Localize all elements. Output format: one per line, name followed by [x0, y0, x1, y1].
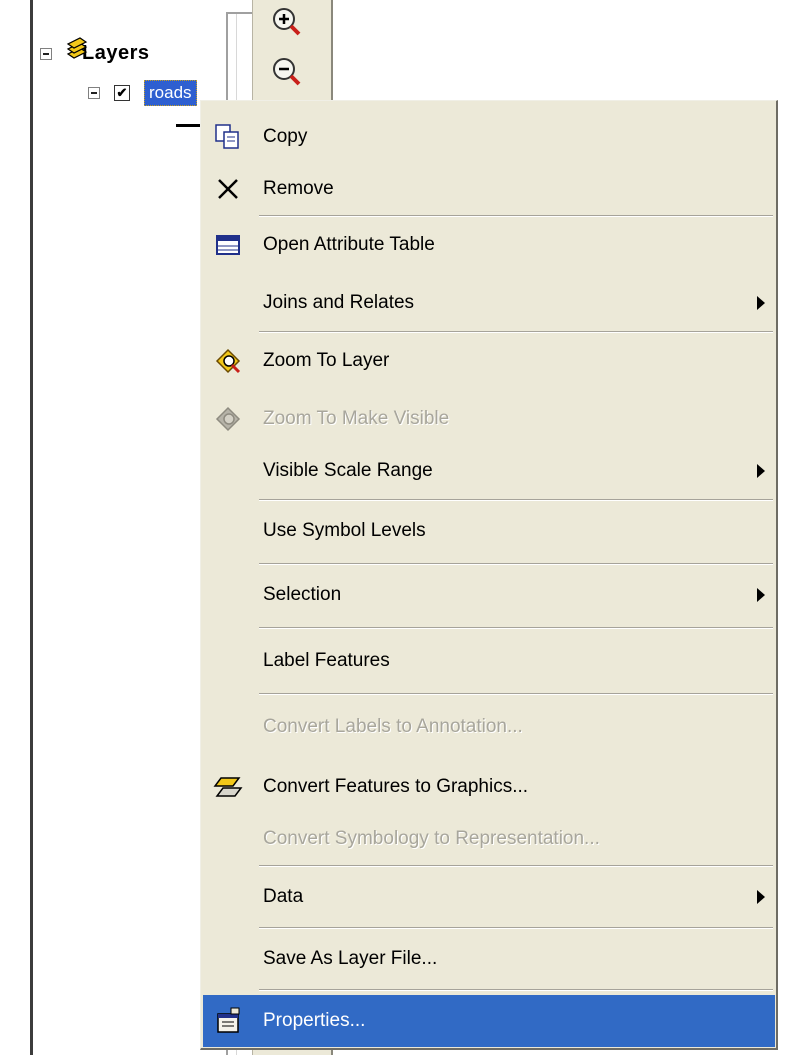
- submenu-arrow-icon: [757, 588, 765, 602]
- menu-separator: [259, 331, 773, 333]
- collapse-layers-button[interactable]: [40, 47, 52, 60]
- menu-label-remove: Remove: [263, 178, 334, 199]
- menu-item-copy[interactable]: Copy: [203, 111, 775, 163]
- menu-label-zoom-to-layer: Zoom To Layer: [263, 350, 390, 371]
- menu-item-visible-scale-range[interactable]: Visible Scale Range: [203, 445, 775, 497]
- menu-item-zoom-to-make-visible: Zoom To Make Visible: [203, 393, 775, 445]
- menu-label-properties: Properties...: [263, 1010, 366, 1031]
- menu-label-data: Data: [263, 886, 304, 907]
- menu-item-properties[interactable]: Properties...: [203, 995, 775, 1047]
- zoom-in-icon[interactable]: [268, 4, 306, 42]
- properties-icon: [217, 1007, 240, 1033]
- menu-item-open-attribute-table[interactable]: Open Attribute Table: [203, 219, 775, 271]
- layer-context-menu: Copy Remove Open Attribute Table Joins a…: [200, 100, 778, 1050]
- menu-separator: [259, 865, 773, 867]
- menu-separator: [259, 627, 773, 629]
- menu-item-data[interactable]: Data: [203, 871, 775, 923]
- zoom-to-layer-icon: [215, 348, 241, 374]
- tree-row-layers[interactable]: Layers: [40, 37, 150, 65]
- menu-label-convert-features-to-graphics: Convert Features to Graphics...: [263, 776, 529, 797]
- convert-graphics-icon: [213, 777, 243, 797]
- menu-label-convert-symbology-to-representation: Convert Symbology to Representation...: [263, 828, 600, 849]
- menu-label-open-attribute-table: Open Attribute Table: [263, 234, 435, 255]
- menu-item-save-as-layer-file[interactable]: Save As Layer File...: [203, 933, 775, 985]
- menu-separator: [259, 215, 773, 217]
- arcmap-window: Layers ✔ roads Copy Remove Open Attribut…: [0, 0, 788, 1055]
- remove-x-icon: [218, 179, 238, 199]
- menu-item-selection[interactable]: Selection: [203, 569, 775, 621]
- roads-layer-label[interactable]: roads: [144, 80, 197, 106]
- menu-label-save-as-layer-file: Save As Layer File...: [263, 948, 438, 969]
- submenu-arrow-icon: [757, 890, 765, 904]
- roads-visibility-checkbox[interactable]: ✔: [114, 85, 130, 101]
- layers-root-label[interactable]: Layers: [82, 42, 150, 65]
- menu-item-label-features[interactable]: Label Features: [203, 635, 775, 687]
- menu-label-joins-and-relates: Joins and Relates: [263, 292, 415, 313]
- menu-label-zoom-to-make-visible: Zoom To Make Visible: [263, 408, 450, 429]
- menu-label-convert-labels-to-annotation: Convert Labels to Annotation...: [263, 716, 523, 737]
- menu-separator: [259, 563, 773, 565]
- menu-separator: [259, 499, 773, 501]
- submenu-arrow-icon: [757, 296, 765, 310]
- menu-label-label-features: Label Features: [263, 650, 390, 671]
- menu-separator: [259, 927, 773, 929]
- menu-separator: [259, 989, 773, 991]
- menu-label-selection: Selection: [263, 584, 342, 605]
- menu-item-zoom-to-layer[interactable]: Zoom To Layer: [203, 335, 775, 387]
- menu-item-convert-symbology-to-representation: Convert Symbology to Representation...: [203, 813, 775, 865]
- tree-row-roads[interactable]: ✔ roads: [88, 80, 197, 106]
- menu-label-visible-scale-range: Visible Scale Range: [263, 460, 433, 481]
- table-icon: [216, 235, 240, 255]
- zoom-to-visible-icon: [215, 406, 241, 432]
- roads-legend-line-symbol: [176, 124, 200, 127]
- menu-item-use-symbol-levels[interactable]: Use Symbol Levels: [203, 505, 775, 557]
- copy-icon: [215, 124, 239, 149]
- menu-item-convert-labels-to-annotation: Convert Labels to Annotation...: [203, 701, 775, 753]
- layers-stack-icon: [66, 37, 88, 59]
- menu-label-use-symbol-levels: Use Symbol Levels: [263, 520, 426, 541]
- menu-item-joins-and-relates[interactable]: Joins and Relates: [203, 277, 775, 329]
- zoom-out-icon[interactable]: [268, 54, 306, 92]
- collapse-roads-button[interactable]: [88, 87, 100, 99]
- submenu-arrow-icon: [757, 464, 765, 478]
- menu-separator: [259, 693, 773, 695]
- menu-item-convert-features-to-graphics[interactable]: Convert Features to Graphics...: [203, 761, 775, 813]
- menu-label-copy: Copy: [263, 126, 308, 147]
- menu-item-remove[interactable]: Remove: [203, 163, 775, 215]
